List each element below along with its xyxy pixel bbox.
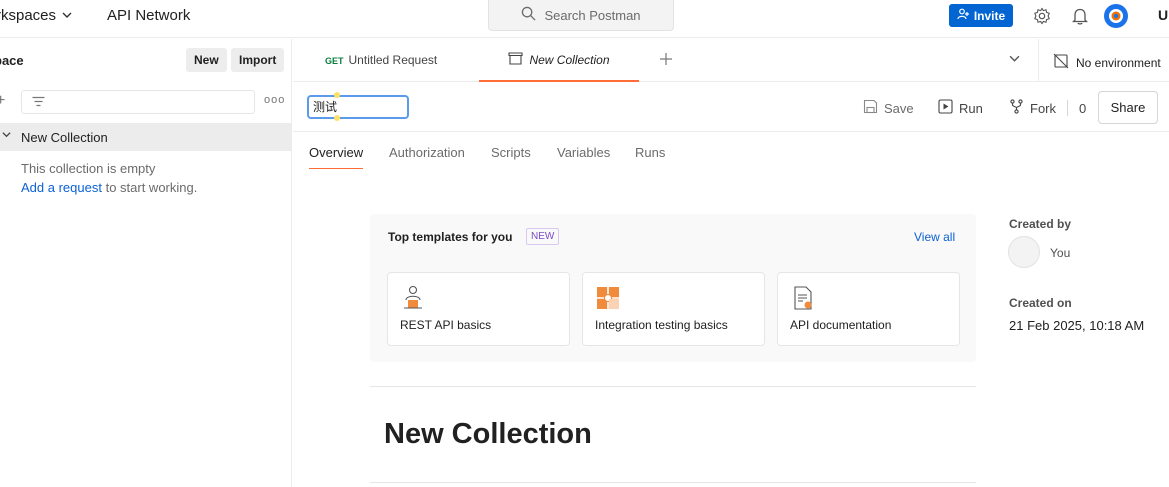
- created-by-label: Created by: [1009, 217, 1072, 231]
- no-environment-icon: [1053, 53, 1069, 72]
- share-button[interactable]: Share: [1098, 91, 1158, 124]
- save-icon: [863, 99, 878, 117]
- tab-new-collection[interactable]: New Collection: [479, 39, 639, 82]
- template-card-api-documentation[interactable]: API documentation: [777, 272, 960, 346]
- fork-button[interactable]: Fork 0: [1009, 99, 1086, 117]
- play-icon: [938, 99, 953, 117]
- tab-authorization[interactable]: Authorization: [389, 145, 465, 160]
- selection-handle-top: [334, 92, 340, 98]
- fork-count: 0: [1079, 100, 1087, 116]
- search-icon: [521, 6, 536, 24]
- divider: [1038, 39, 1039, 82]
- template-name: API documentation: [790, 318, 892, 332]
- workspaces-label: rkspaces: [0, 7, 57, 24]
- created-on-label: Created on: [1009, 296, 1072, 310]
- tab-variables[interactable]: Variables: [557, 145, 610, 160]
- chevron-down-icon[interactable]: [2, 130, 11, 142]
- collection-header: 测试 Save Run Fork 0 Share: [293, 82, 1169, 132]
- template-card-rest-api-basics[interactable]: REST API basics: [387, 272, 570, 346]
- save-button[interactable]: Save: [863, 99, 914, 117]
- workspaces-menu[interactable]: rkspaces: [0, 7, 72, 24]
- tabs-bar: GET Untitled Request New Collection No e…: [293, 39, 1169, 82]
- tab-runs[interactable]: Runs: [635, 145, 665, 160]
- divider: [370, 482, 976, 483]
- search-postman-input[interactable]: Search Postman: [488, 0, 674, 31]
- fork-label: Fork: [1030, 100, 1056, 116]
- environment-label: No environment: [1076, 55, 1161, 70]
- fork-icon: [1009, 99, 1024, 117]
- creator-avatar: [1008, 236, 1040, 268]
- tabs-dropdown-chevron-icon[interactable]: [1009, 53, 1020, 67]
- chevron-down-icon: [62, 7, 72, 24]
- collection-name-input[interactable]: 测试: [307, 95, 409, 119]
- tab-label: Untitled Request: [348, 53, 438, 67]
- divider: [370, 386, 976, 387]
- templates-title: Top templates for you: [388, 230, 513, 244]
- collection-name: New Collection: [21, 130, 108, 145]
- new-button[interactable]: New: [186, 48, 227, 72]
- selection-handle-bottom: [334, 115, 340, 121]
- workspace-title: pace: [0, 53, 24, 68]
- plus-icon[interactable]: +: [0, 92, 5, 110]
- created-on-value: 21 Feb 2025, 10:18 AM: [1009, 318, 1145, 333]
- import-button[interactable]: Import: [231, 48, 285, 72]
- filter-icon: [32, 95, 45, 110]
- http-method-badge: GET: [325, 56, 344, 66]
- run-label: Run: [959, 100, 983, 116]
- tab-scripts[interactable]: Scripts: [491, 145, 531, 160]
- add-request-suffix: to start working.: [105, 180, 198, 195]
- template-name: Integration testing basics: [595, 318, 728, 332]
- view-all-link[interactable]: View all: [914, 230, 955, 244]
- divider: [1067, 100, 1068, 116]
- invite-label: Invite: [973, 8, 1006, 23]
- template-name: REST API basics: [400, 318, 492, 332]
- notifications-bell-icon[interactable]: [1070, 6, 1090, 26]
- collection-subtabs: Overview Authorization Scripts Variables…: [293, 132, 993, 172]
- top-bar: rkspaces API Network Search Postman Invi…: [0, 0, 1169, 38]
- run-button[interactable]: Run: [938, 99, 983, 117]
- more-options-icon[interactable]: ooo: [264, 94, 285, 106]
- top-templates-panel: Top templates for you NEW View all REST …: [370, 214, 976, 362]
- settings-gear-icon[interactable]: [1032, 6, 1052, 26]
- user-avatar[interactable]: [1104, 4, 1128, 28]
- add-user-icon: [957, 8, 969, 23]
- add-request-link[interactable]: Add a request: [21, 180, 102, 195]
- tab-label: New Collection: [529, 52, 610, 67]
- puzzle-icon: [595, 285, 621, 311]
- save-label: Save: [884, 100, 914, 116]
- collection-title: New Collection: [384, 418, 592, 450]
- environment-selector[interactable]: No environment: [1053, 53, 1161, 72]
- tab-untitled-request[interactable]: GET Untitled Request: [325, 53, 437, 67]
- collection-icon: [508, 51, 524, 68]
- rest-api-icon: [400, 285, 426, 311]
- sidebar: pace New Import + ooo New Collection Thi…: [0, 39, 292, 487]
- creator-name: You: [1050, 246, 1071, 260]
- search-placeholder: Search Postman: [544, 7, 641, 23]
- new-badge: NEW: [526, 228, 560, 245]
- document-icon: [790, 285, 816, 311]
- new-tab-plus-icon[interactable]: [659, 50, 673, 71]
- add-request-hint: Add a request to start working.: [21, 180, 197, 195]
- sidebar-tools: + ooo: [0, 87, 292, 117]
- filter-input[interactable]: [21, 90, 255, 114]
- empty-collection-text: This collection is empty: [21, 161, 156, 176]
- api-network-link[interactable]: API Network: [107, 7, 190, 24]
- sidebar-item-new-collection[interactable]: New Collection: [0, 123, 291, 151]
- tab-overview[interactable]: Overview: [309, 145, 364, 169]
- sidebar-header: pace New Import: [0, 39, 292, 81]
- invite-button[interactable]: Invite: [949, 4, 1013, 27]
- upgrade-button[interactable]: Up: [1158, 7, 1169, 23]
- template-card-integration-testing-basics[interactable]: Integration testing basics: [582, 272, 765, 346]
